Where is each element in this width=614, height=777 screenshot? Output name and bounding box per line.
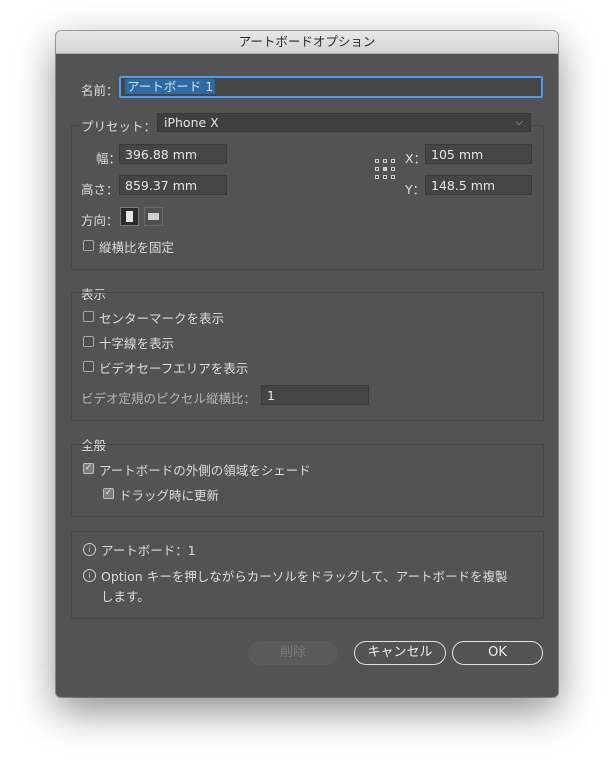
info-hint-line1: Option キーを押しながらカーソルをドラッグして、アートボードを複製	[101, 569, 508, 584]
pixel-ratio-label: ビデオ定規のピクセル縦横比：	[81, 391, 257, 406]
landscape-icon	[148, 213, 159, 220]
name-label: 名前：	[81, 83, 119, 98]
info-hint-line2: します。	[101, 589, 150, 604]
lock-ratio-label: 縦横比を固定	[99, 240, 175, 255]
cancel-button[interactable]: キャンセル	[354, 641, 446, 665]
pixel-ratio-input[interactable]: 1	[261, 385, 369, 405]
window-title[interactable]: アートボードオプション	[56, 31, 558, 54]
update-drag-label: ドラッグ時に更新	[119, 488, 220, 503]
lock-ratio-checkbox[interactable]	[83, 240, 94, 251]
preset-value: iPhone X	[164, 115, 219, 130]
portrait-icon	[126, 211, 133, 222]
ok-button[interactable]: OK	[452, 641, 543, 665]
height-label: 高さ：	[81, 182, 119, 197]
width-input[interactable]: 396.88 mm	[119, 144, 227, 164]
video-safe-checkbox[interactable]	[83, 361, 94, 372]
delete-button[interactable]: 削除	[248, 641, 338, 665]
landscape-orientation-button[interactable]	[144, 207, 163, 226]
height-input[interactable]: 859.37 mm	[119, 175, 227, 195]
width-label: 幅：	[96, 151, 122, 166]
check-icon: ✓	[104, 488, 113, 498]
preset-select[interactable]: iPhone X ⌵	[157, 113, 531, 132]
center-mark-checkbox[interactable]	[83, 311, 94, 322]
shade-outside-label: アートボードの外側の領域をシェード	[99, 463, 311, 478]
x-input[interactable]: 105 mm	[425, 144, 532, 164]
crosshair-checkbox[interactable]	[83, 336, 94, 347]
shade-outside-checkbox[interactable]: ✓	[83, 463, 94, 474]
info-artboard-count: アートボード：1	[101, 543, 196, 558]
artboard-options-dialog: アートボードオプション 名前： アートボード 1 プリセット： iPhone X…	[56, 31, 558, 697]
orientation-label: 方向：	[81, 213, 119, 228]
y-label: Y：	[405, 182, 426, 197]
update-drag-checkbox[interactable]: ✓	[103, 488, 114, 499]
name-input[interactable]: アートボード 1	[119, 76, 543, 98]
crosshair-label: 十字線を表示	[99, 336, 175, 351]
y-input[interactable]: 148.5 mm	[425, 175, 532, 195]
general-group	[71, 444, 544, 517]
info-icon: i	[83, 543, 96, 556]
info-icon: i	[83, 569, 96, 582]
name-input-value: アートボード 1	[125, 79, 216, 94]
center-mark-label: センターマークを表示	[99, 311, 225, 326]
preset-label: プリセット：	[81, 116, 159, 135]
x-label: X：	[405, 151, 427, 166]
check-icon: ✓	[84, 463, 93, 473]
reference-point-icon[interactable]	[375, 159, 395, 179]
chevron-down-icon: ⌵	[515, 117, 523, 128]
portrait-orientation-button[interactable]	[120, 207, 139, 226]
video-safe-label: ビデオセーフエリアを表示	[99, 361, 249, 376]
